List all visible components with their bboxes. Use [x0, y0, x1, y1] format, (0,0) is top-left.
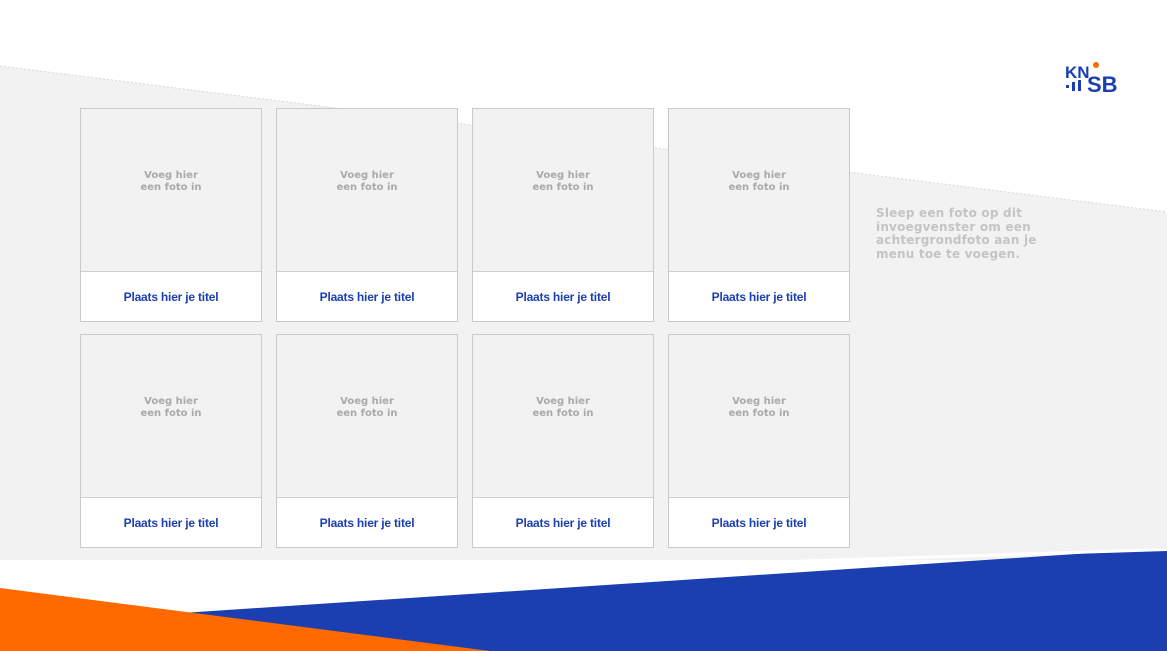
title-placeholder[interactable]: Plaats hier je titel [277, 272, 457, 321]
menu-tile: Voeg hier een foto in Plaats hier je tit… [276, 334, 458, 548]
title-placeholder[interactable]: Plaats hier je titel [277, 498, 457, 547]
svg-text:SB: SB [1087, 72, 1118, 97]
tile-title: Plaats hier je titel [319, 289, 415, 304]
photo-placeholder[interactable]: Voeg hier een foto in [669, 335, 849, 498]
photo-placeholder-label: Voeg hier een foto in [140, 170, 202, 193]
menu-tile: Voeg hier een foto in Plaats hier je tit… [472, 108, 654, 322]
photo-placeholder[interactable]: Voeg hier een foto in [669, 109, 849, 272]
menu-tile: Voeg hier een foto in Plaats hier je tit… [668, 108, 850, 322]
background-photo-placeholder[interactable]: Sleep een foto op dit invoegvenster om e… [876, 206, 1076, 261]
knsb-logo-icon: KN SB [1065, 62, 1118, 97]
photo-placeholder[interactable]: Voeg hier een foto in [473, 335, 653, 498]
photo-placeholder-label: Voeg hier een foto in [532, 396, 594, 419]
photo-placeholder-label: Voeg hier een foto in [728, 396, 790, 419]
photo-placeholder-label: Voeg hier een foto in [336, 396, 398, 419]
tile-title: Plaats hier je titel [711, 289, 807, 304]
photo-placeholder[interactable]: Voeg hier een foto in [277, 109, 457, 272]
menu-tile: Voeg hier een foto in Plaats hier je tit… [668, 334, 850, 548]
knsb-logo: KN SB [1063, 58, 1135, 98]
title-placeholder[interactable]: Plaats hier je titel [81, 498, 261, 547]
photo-placeholder-label: Voeg hier een foto in [532, 170, 594, 193]
photo-placeholder[interactable]: Voeg hier een foto in [277, 335, 457, 498]
photo-placeholder[interactable]: Voeg hier een foto in [81, 335, 261, 498]
title-placeholder[interactable]: Plaats hier je titel [473, 272, 653, 321]
menu-tile: Voeg hier een foto in Plaats hier je tit… [472, 334, 654, 548]
menu-tile-grid: Voeg hier een foto in Plaats hier je tit… [80, 108, 852, 550]
title-placeholder[interactable]: Plaats hier je titel [473, 498, 653, 547]
photo-placeholder-label: Voeg hier een foto in [728, 170, 790, 193]
menu-tile: Voeg hier een foto in Plaats hier je tit… [80, 108, 262, 322]
photo-placeholder-label: Voeg hier een foto in [336, 170, 398, 193]
svg-text:KN: KN [1065, 63, 1090, 82]
tile-title: Plaats hier je titel [319, 515, 415, 530]
title-placeholder[interactable]: Plaats hier je titel [81, 272, 261, 321]
tile-title: Plaats hier je titel [711, 515, 807, 530]
slide-canvas: KN SB Voeg hier een foto in Plaats hier … [0, 0, 1167, 651]
photo-placeholder[interactable]: Voeg hier een foto in [81, 109, 261, 272]
tile-title: Plaats hier je titel [515, 515, 611, 530]
menu-tile: Voeg hier een foto in Plaats hier je tit… [276, 108, 458, 322]
tile-title: Plaats hier je titel [515, 289, 611, 304]
tile-title: Plaats hier je titel [123, 289, 219, 304]
photo-placeholder-label: Voeg hier een foto in [140, 396, 202, 419]
tile-title: Plaats hier je titel [123, 515, 219, 530]
title-placeholder[interactable]: Plaats hier je titel [669, 272, 849, 321]
title-placeholder[interactable]: Plaats hier je titel [669, 498, 849, 547]
photo-placeholder[interactable]: Voeg hier een foto in [473, 109, 653, 272]
menu-tile: Voeg hier een foto in Plaats hier je tit… [80, 334, 262, 548]
